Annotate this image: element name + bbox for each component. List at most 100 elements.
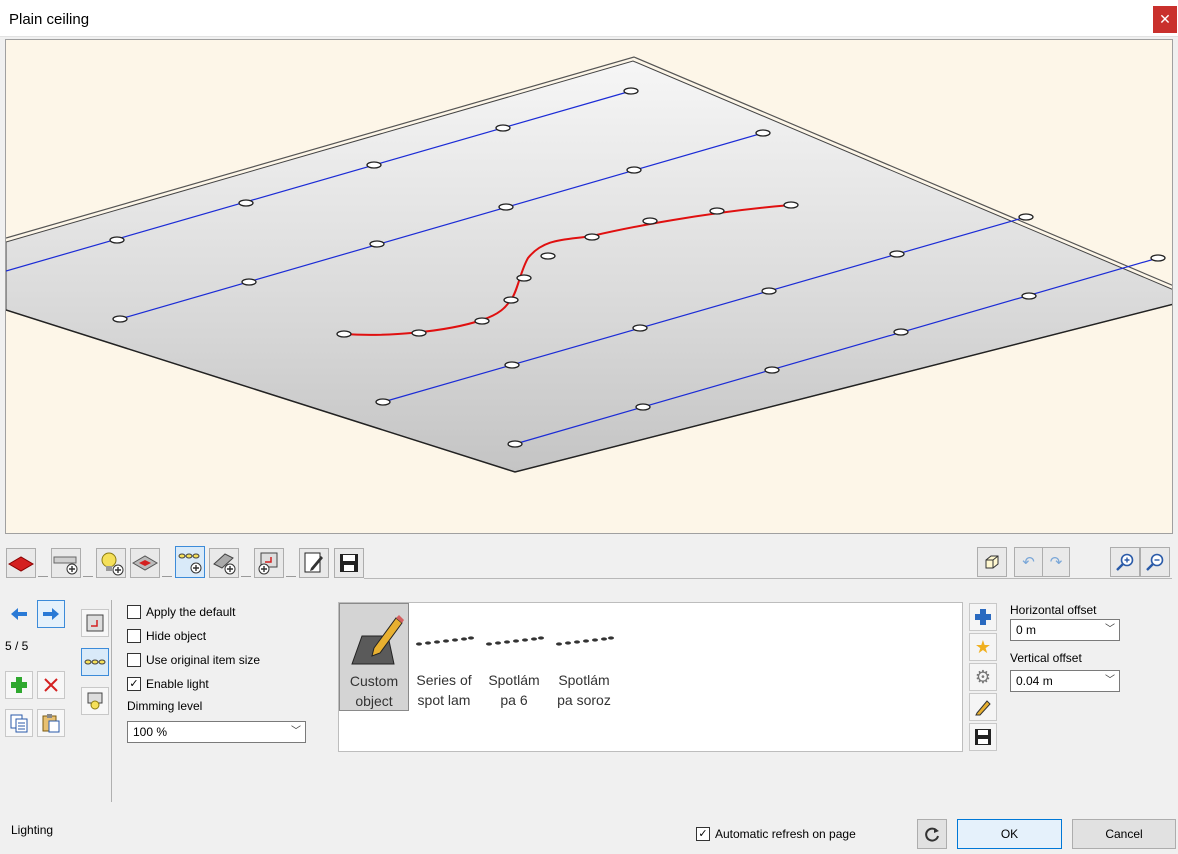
refresh-button[interactable] (917, 819, 947, 849)
checkbox-box[interactable] (127, 629, 141, 643)
red-slab-icon (8, 556, 34, 572)
apply-default-checkbox[interactable]: Apply the default (127, 603, 235, 621)
dimming-select[interactable]: 100 % ﹀ (127, 721, 306, 743)
opening-add-icon (258, 552, 278, 575)
checkbox-box[interactable]: ✓ (127, 677, 141, 691)
curve-spot-light (642, 217, 658, 225)
ceiling-shape-tool[interactable] (6, 548, 36, 578)
spot-light (369, 240, 385, 248)
library-item-label: Custom (349, 673, 399, 689)
curve-spot-light (540, 252, 556, 260)
star-icon: ★ (974, 636, 992, 657)
grid-slab-icon (132, 555, 158, 571)
element-add-tool[interactable] (209, 548, 239, 578)
checkbox-label: Automatic refresh on page (715, 827, 856, 841)
checkbox-label: Enable light (146, 677, 209, 691)
library-settings-button[interactable]: ⚙ (969, 663, 997, 691)
library-item-label: object (355, 693, 393, 709)
use-original-size-checkbox[interactable]: Use original item size (127, 651, 260, 669)
edit-doc-tool[interactable] (299, 548, 329, 578)
ceiling-slab (6, 60, 1172, 473)
dimming-label: Dimming level (127, 699, 203, 713)
library-item-series-of-spot[interactable]: Series of spot lam (409, 603, 479, 711)
spot-series-icon (84, 659, 106, 665)
spot-light (1021, 292, 1037, 300)
library-item-custom-object[interactable]: Custom object (339, 603, 409, 711)
spot-light (495, 124, 511, 132)
checkbox-box[interactable] (127, 653, 141, 667)
spot-light (507, 440, 523, 448)
spot-light (764, 366, 780, 374)
vertical-offset-select[interactable]: 0.04 m ﹀ (1010, 670, 1120, 692)
curve-spot-light (584, 233, 600, 241)
delete-x-icon (44, 678, 58, 692)
pencil-icon (975, 700, 991, 716)
library-item-label: pa 6 (500, 692, 528, 708)
library-item-spotlampa-soroz[interactable]: Spotlám pa soroz (549, 603, 619, 711)
item-counter: 5 / 5 (5, 639, 29, 653)
curve-spot-light (709, 207, 725, 215)
save-icon (340, 554, 358, 572)
undo-button[interactable]: ↶ (1014, 547, 1042, 577)
ceiling-grid-tool[interactable] (130, 548, 160, 578)
hide-object-checkbox[interactable]: Hide object (127, 627, 206, 645)
save-tool[interactable] (334, 548, 364, 578)
spot-light (635, 403, 651, 411)
library-save-button[interactable] (969, 723, 997, 751)
library-item-spotlampa-6[interactable]: Spotlám pa 6 (479, 603, 549, 711)
spot-light (112, 315, 128, 323)
chevron-down-icon: ﹀ (291, 726, 301, 737)
library-favorite-button[interactable]: ★ (969, 633, 997, 661)
arrow-left-icon (11, 608, 27, 620)
window-title: Plain ceiling (9, 11, 90, 28)
spot-light (761, 287, 777, 295)
view-3d-button[interactable] (977, 547, 1007, 577)
library-item-label: Spotlám (558, 672, 610, 688)
spot-light (755, 129, 771, 137)
copy-button[interactable] (5, 709, 33, 737)
spot-light (375, 398, 391, 406)
vertical-offset-value: 0.04 m (1016, 674, 1053, 688)
auto-refresh-checkbox[interactable]: ✓ Automatic refresh on page (696, 825, 856, 843)
add-button[interactable] (5, 671, 33, 699)
paste-button[interactable] (37, 709, 65, 737)
library-add-button[interactable] (969, 603, 997, 631)
curve-spot-light (474, 317, 490, 325)
opening-tab[interactable] (81, 609, 109, 637)
zoom-out-button[interactable] (1140, 547, 1170, 577)
checkbox-box[interactable] (127, 605, 141, 619)
paste-icon (42, 714, 60, 733)
previous-button[interactable] (5, 600, 33, 628)
object-library: Custom object Series of spot lam Spotlám… (338, 602, 963, 752)
zoom-in-button[interactable] (1110, 547, 1140, 577)
preview-viewport[interactable] (5, 39, 1173, 534)
spot-light (366, 161, 382, 169)
light-source-tab[interactable] (81, 687, 109, 715)
ceiling-profile-tool[interactable] (51, 548, 81, 578)
checkbox-box[interactable]: ✓ (696, 827, 710, 841)
close-button[interactable]: ✕ (1153, 6, 1177, 33)
delete-button[interactable] (37, 671, 65, 699)
redo-button[interactable]: ↷ (1042, 547, 1070, 577)
curve-spot-light (503, 296, 519, 304)
next-button[interactable] (37, 600, 65, 628)
cancel-button[interactable]: Cancel (1072, 819, 1176, 849)
library-edit-button[interactable] (969, 693, 997, 721)
opening-add-tool[interactable] (254, 548, 284, 578)
spot-light (241, 278, 257, 286)
horizontal-offset-select[interactable]: 0 m ﹀ (1010, 619, 1120, 641)
lighting-tab[interactable] (81, 648, 109, 676)
lighting-series-tool[interactable] (175, 546, 205, 578)
title-bar: Plain ceiling ✕ (0, 0, 1178, 37)
ceiling-3d-view[interactable] (6, 40, 1173, 534)
light-add-tool[interactable] (96, 548, 126, 578)
spot-light (889, 250, 905, 258)
panel-add-icon (213, 553, 236, 575)
curve-spot-light (411, 329, 427, 337)
enable-light-checkbox[interactable]: ✓ Enable light (127, 675, 209, 693)
copy-icon (10, 714, 28, 733)
checkbox-label: Use original item size (146, 653, 261, 667)
spot-series-add-icon (178, 553, 202, 574)
ok-button[interactable]: OK (957, 819, 1062, 849)
custom-object-icon (351, 615, 404, 665)
